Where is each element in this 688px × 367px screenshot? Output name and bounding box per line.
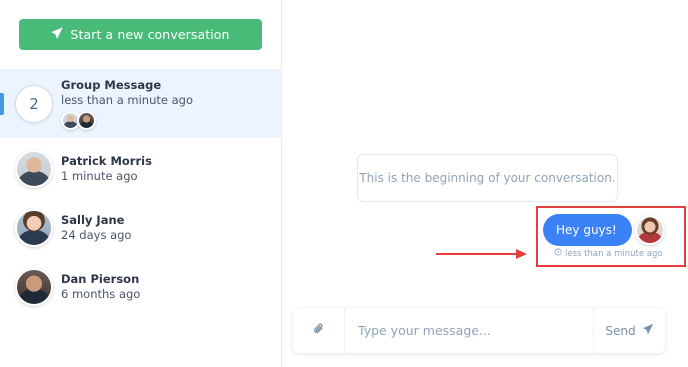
- avatar: [15, 267, 53, 306]
- group-member-avatars: [61, 110, 193, 130]
- avatar: [15, 208, 53, 247]
- start-new-conversation-label: Start a new conversation: [70, 27, 230, 42]
- conversation-time: 1 minute ago: [61, 168, 138, 183]
- conversation-time: 24 days ago: [61, 227, 132, 242]
- conversation-name: Dan Pierson: [61, 271, 140, 286]
- message-bubble: Hey guys!: [543, 214, 632, 246]
- send-icon: [642, 323, 654, 338]
- clock-icon: [554, 248, 562, 259]
- paper-plane-icon: [51, 27, 63, 42]
- chat-panel: This is the beginning of your conversati…: [282, 0, 688, 367]
- conversation-time: 6 months ago: [61, 286, 141, 301]
- start-new-conversation-button[interactable]: Start a new conversation: [19, 19, 262, 50]
- pointer-arrow: [436, 249, 527, 259]
- send-button[interactable]: Send: [593, 308, 665, 353]
- avatar: [77, 110, 96, 130]
- conversation-item-dan-pierson[interactable]: Dan Pierson 6 months ago: [0, 252, 281, 321]
- attach-button[interactable]: [293, 308, 345, 353]
- send-label: Send: [605, 323, 636, 338]
- conversation-start-notice: This is the beginning of your conversati…: [357, 154, 618, 202]
- conversation-item-group-message[interactable]: 2 Group Message less than a minute ago: [0, 69, 281, 138]
- message-timestamp: less than a minute ago: [554, 248, 663, 259]
- conversation-name: Patrick Morris: [61, 153, 152, 168]
- conversation-sidebar: Start a new conversation 2 Group Message…: [0, 0, 282, 367]
- message-time-text: less than a minute ago: [565, 248, 663, 259]
- group-count-badge: 2: [15, 84, 53, 123]
- sender-avatar: [635, 215, 665, 245]
- message-input[interactable]: [345, 308, 593, 353]
- conversation-time: less than a minute ago: [61, 92, 193, 107]
- conversation-name: Sally Jane: [61, 212, 125, 227]
- avatar: [15, 149, 53, 188]
- paperclip-icon: [312, 321, 325, 340]
- message-composer: Send: [293, 308, 665, 353]
- conversation-name: Group Message: [61, 77, 162, 92]
